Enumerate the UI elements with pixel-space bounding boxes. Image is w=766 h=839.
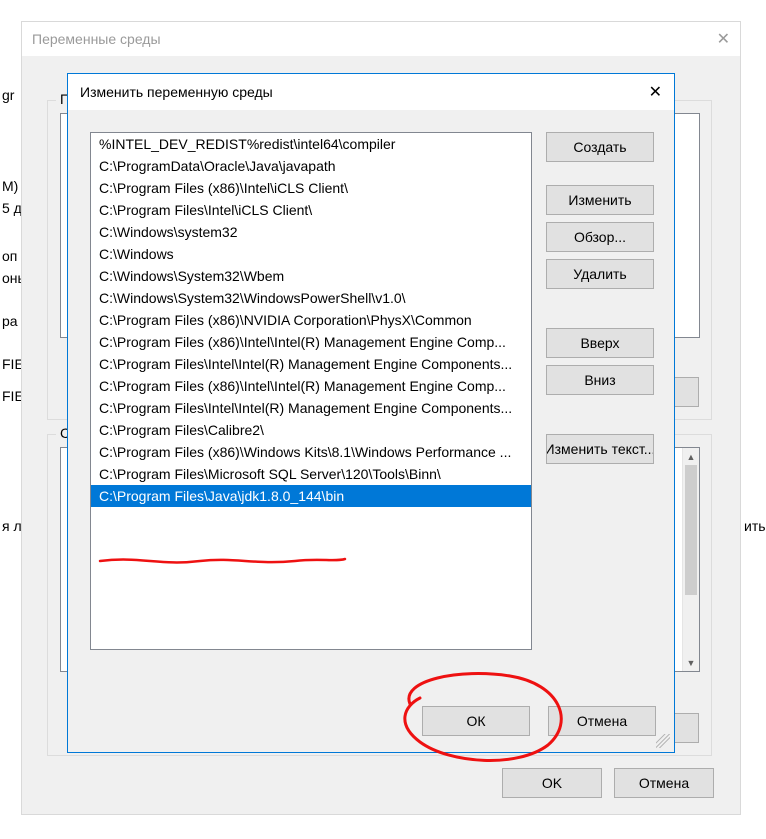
path-item[interactable]: C:\Program Files\Java\jdk1.8.0_144\bin (91, 485, 531, 507)
edit-env-var-dialog: Изменить переменную среды ✕ %INTEL_DEV_R… (67, 73, 675, 753)
bg-frag: оп (2, 248, 17, 264)
path-item[interactable]: C:\ProgramData\Oracle\Java\javapath (91, 155, 531, 177)
bg-frag: ра (2, 313, 18, 329)
delete-button[interactable]: Удалить (546, 259, 654, 289)
path-item[interactable]: C:\Program Files\Intel\Intel(R) Manageme… (91, 397, 531, 419)
path-item[interactable]: C:\Program Files\Intel\Intel(R) Manageme… (91, 353, 531, 375)
scroll-down-icon[interactable]: ▼ (683, 654, 699, 671)
path-item[interactable]: C:\Program Files (x86)\Intel\Intel(R) Ma… (91, 331, 531, 353)
path-item[interactable]: C:\Windows\system32 (91, 221, 531, 243)
path-item[interactable]: C:\Windows\System32\WindowsPowerShell\v1… (91, 287, 531, 309)
child-titlebar: Изменить переменную среды ✕ (68, 74, 674, 110)
scroll-up-icon[interactable]: ▲ (683, 448, 699, 465)
close-icon[interactable]: ✕ (717, 29, 730, 49)
move-up-button[interactable]: Вверх (546, 328, 654, 358)
bg-frag: M) (2, 178, 18, 194)
bg-frag: 5 д (2, 200, 22, 216)
path-item[interactable]: C:\Program Files (x86)\Intel\iCLS Client… (91, 177, 531, 199)
parent-ok-button[interactable]: OK (502, 768, 602, 798)
path-item[interactable]: C:\Program Files (x86)\Windows Kits\8.1\… (91, 441, 531, 463)
bg-frag: gr (2, 87, 14, 103)
path-listbox[interactable]: %INTEL_DEV_REDIST%redist\intel64\compile… (90, 132, 532, 650)
path-item[interactable]: C:\Program Files\Microsoft SQL Server\12… (91, 463, 531, 485)
child-title: Изменить переменную среды (80, 84, 273, 100)
child-ok-button[interactable]: ОК (422, 706, 530, 736)
move-down-button[interactable]: Вниз (546, 365, 654, 395)
bg-link-frag[interactable]: я л (2, 518, 22, 534)
create-button[interactable]: Создать (546, 132, 654, 162)
side-button-column: Создать Изменить Обзор... Удалить Вверх … (546, 132, 654, 471)
path-item[interactable]: C:\Windows (91, 243, 531, 265)
path-item[interactable]: C:\Program Files\Calibre2\ (91, 419, 531, 441)
path-item[interactable]: %INTEL_DEV_REDIST%redist\intel64\compile… (91, 133, 531, 155)
browse-button[interactable]: Обзор... (546, 222, 654, 252)
close-icon[interactable]: ✕ (649, 82, 662, 102)
parent-titlebar: Переменные среды ✕ (22, 22, 740, 56)
path-item[interactable]: C:\Program Files (x86)\NVIDIA Corporatio… (91, 309, 531, 331)
scrollbar[interactable]: ▲ ▼ (682, 448, 699, 671)
path-item[interactable]: C:\Windows\System32\Wbem (91, 265, 531, 287)
resize-grip-icon[interactable] (656, 734, 670, 748)
parent-title: Переменные среды (32, 31, 161, 47)
edit-button[interactable]: Изменить (546, 185, 654, 215)
edit-text-button[interactable]: Изменить текст... (546, 434, 654, 464)
scroll-thumb[interactable] (685, 465, 697, 595)
child-cancel-button[interactable]: Отмена (548, 706, 656, 736)
parent-cancel-button[interactable]: Отмена (614, 768, 714, 798)
path-item[interactable]: C:\Program Files\Intel\iCLS Client\ (91, 199, 531, 221)
bg-link-frag[interactable]: ить (744, 518, 766, 534)
path-item[interactable]: C:\Program Files (x86)\Intel\Intel(R) Ma… (91, 375, 531, 397)
